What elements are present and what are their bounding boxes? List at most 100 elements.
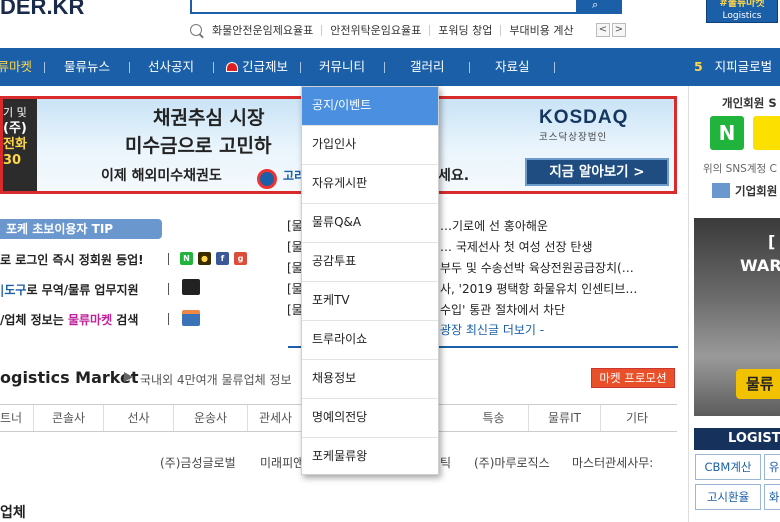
- nav-logistics-market[interactable]: 물류마켓: [0, 48, 32, 86]
- kosdaq-subtext: 코스닥상장법인: [539, 132, 608, 143]
- nav-separator: [554, 62, 555, 73]
- banner-headline: 채권추심 시장: [153, 107, 265, 129]
- side-ad-button[interactable]: 물류: [736, 369, 780, 399]
- nav-gallery[interactable]: 갤러리: [410, 48, 445, 86]
- keyword-next-button[interactable]: >: [612, 23, 626, 37]
- nav-community[interactable]: 커뮤니티: [319, 48, 365, 86]
- news-more-link[interactable]: 광장 최신글 더보기 -: [440, 321, 544, 338]
- logistics-market-subtitle: 국내외 4만여개 물류업체 정보: [140, 373, 292, 387]
- beginner-tip-badge: 포케 초보이용자 TIP: [0, 219, 162, 239]
- tool-button[interactable]: 유: [764, 454, 780, 480]
- menu-item-hall-of-fame[interactable]: 명예의전당: [302, 399, 438, 438]
- naver-login-icon[interactable]: N: [710, 116, 744, 150]
- sns-login-note: 위의 SNS계정 C: [703, 163, 777, 175]
- naver-icon[interactable]: N: [180, 252, 193, 265]
- member-login-label: 개인회원 S: [722, 96, 777, 110]
- news-item-title[interactable]: 수입' 통관 절차에서 차단: [440, 301, 565, 318]
- main-nav: 물류마켓 물류뉴스 선사공지 긴급제보 커뮤니티 갤러리 자료실 5 지피글로벌: [0, 48, 780, 86]
- keyword-prev-button[interactable]: <: [596, 23, 610, 37]
- keyword-link[interactable]: 화물안전운임제요율표: [204, 24, 323, 36]
- exchange-rate-button[interactable]: 고시환율: [695, 484, 761, 510]
- category-tab[interactable]: 트너: [0, 405, 34, 431]
- keyword-link[interactable]: 안전위탁운임요율표: [322, 24, 431, 36]
- menu-item-jobs[interactable]: 채용정보: [302, 360, 438, 399]
- ad-text: WAR: [740, 256, 780, 275]
- banner-side-text: 30: [3, 153, 22, 168]
- tool-button[interactable]: 화: [764, 484, 780, 510]
- logistics-market-badge[interactable]: #물류마켓 Logistics Market: [706, 0, 778, 33]
- menu-item-greetings[interactable]: 가입인사: [302, 126, 438, 165]
- banner-subline-end: 세요.: [438, 168, 470, 184]
- company-link[interactable]: 마스터관세사무:: [572, 454, 653, 471]
- nav-logistics-news[interactable]: 물류뉴스: [64, 48, 110, 86]
- menu-item-true-life-show[interactable]: 트루라이쇼: [302, 321, 438, 360]
- tools-icon: [182, 279, 200, 295]
- nav-emergency-report[interactable]: 긴급제보: [226, 48, 288, 86]
- category-tab[interactable]: 선사: [104, 405, 174, 431]
- menu-item-logistics-qa[interactable]: 물류Q&A: [302, 204, 438, 243]
- business-member-link[interactable]: 기업회원: [735, 183, 777, 199]
- divider: [168, 253, 169, 265]
- category-tab[interactable]: 관세사: [248, 405, 304, 431]
- facebook-icon[interactable]: f: [216, 252, 229, 265]
- nav-rank-ticker[interactable]: 5 지피글로벌: [694, 48, 772, 86]
- kakao-icon[interactable]: ●: [198, 252, 211, 265]
- tip-login-upgrade[interactable]: 로 로그인 즉시 정회원 등업!: [0, 251, 144, 268]
- banner-side-text: 기 및: [3, 106, 27, 119]
- column-divider: [688, 86, 689, 522]
- category-tab[interactable]: 특송: [459, 405, 529, 431]
- building-icon: [712, 183, 730, 198]
- nav-carrier-notice[interactable]: 선사공지: [148, 48, 194, 86]
- siren-icon: [226, 62, 238, 72]
- company-link[interactable]: (주)금성글로벌: [160, 454, 236, 471]
- nav-archive[interactable]: 자료실: [495, 48, 530, 86]
- banner-side-text: 전화: [3, 137, 27, 152]
- divider: [168, 283, 169, 295]
- search-button[interactable]: ⌕: [576, 0, 622, 14]
- nav-separator: [44, 62, 45, 73]
- menu-item-poke-tv[interactable]: 포케TV: [302, 282, 438, 321]
- company-link[interactable]: 틱: [440, 454, 451, 471]
- category-tab[interactable]: 콘솔사: [34, 405, 104, 431]
- kakao-login-icon[interactable]: [753, 116, 780, 150]
- news-item-title[interactable]: 부두 및 수송선박 육상전원공급장치(…: [440, 259, 634, 276]
- category-tab[interactable]: 운송사: [174, 405, 248, 431]
- banner-subline: 이제 해외미수채권도: [101, 168, 222, 184]
- kosdaq-text: KOSDAQ: [539, 107, 629, 128]
- divider: [168, 313, 169, 325]
- tip-trade-tools[interactable]: |도구로 무역/물류 업무지원: [0, 281, 139, 298]
- banner-headline: 미수금으로 고민하: [125, 135, 272, 157]
- news-item-title[interactable]: 사, '2019 평택항 화물유치 인센티브…: [440, 280, 637, 297]
- company-link[interactable]: (주)마루로직스: [474, 454, 550, 471]
- triangle-right-icon: [124, 372, 133, 382]
- company-link[interactable]: 미래피앤: [260, 454, 304, 471]
- nav-separator: [213, 62, 214, 73]
- tip-market-search[interactable]: /업체 정보는 물류마켓 검색: [0, 311, 138, 328]
- keyword-link[interactable]: 포워딩 창업: [430, 24, 502, 36]
- company-logo-icon: [257, 169, 277, 189]
- popular-keywords: 화물안전운임제요율표 안전위탁운임요율표 포워딩 창업 부대비용 계산: [190, 21, 590, 39]
- nav-separator: [469, 62, 470, 73]
- google-plus-icon[interactable]: g: [234, 252, 247, 265]
- category-tab[interactable]: 기타: [601, 405, 673, 431]
- cbm-calc-button[interactable]: CBM계산: [695, 454, 761, 480]
- category-tab[interactable]: 물류IT: [529, 405, 601, 431]
- banner-side-text: (주): [3, 121, 27, 136]
- community-dropdown-menu: 공지/이벤트 가입인사 자유게시판 물류Q&A 공감투표 포케TV 트루라이쇼 …: [301, 86, 439, 475]
- search-input[interactable]: [190, 0, 578, 14]
- news-item-title[interactable]: …기로에 선 홍아해운: [440, 217, 548, 234]
- market-badge-title: #물류마켓: [719, 0, 765, 9]
- banner-side-panel: 기 및 (주) 전화 30: [3, 99, 37, 191]
- market-promotion-button[interactable]: 마켓 프로모션: [591, 368, 675, 388]
- menu-item-notice-event[interactable]: 공지/이벤트: [302, 87, 438, 126]
- kosdaq-logo: KOSDAQ 코스닥상장법인: [539, 107, 663, 147]
- news-item-title[interactable]: … 국제선사 첫 여성 선장 탄생: [440, 238, 593, 255]
- banner-cta-button[interactable]: 지금 알아보기 >: [525, 158, 669, 186]
- menu-item-vote[interactable]: 공감투표: [302, 243, 438, 282]
- keyword-link[interactable]: 부대비용 계산: [501, 25, 579, 36]
- logistics-market-title: ogistics Market: [0, 368, 139, 387]
- site-logo[interactable]: DER.KR: [0, 0, 84, 20]
- menu-item-logistics-king[interactable]: 포케물류왕: [302, 438, 438, 477]
- menu-item-free-board[interactable]: 자유게시판: [302, 165, 438, 204]
- logistics-tools-header: LOGIST: [694, 428, 780, 450]
